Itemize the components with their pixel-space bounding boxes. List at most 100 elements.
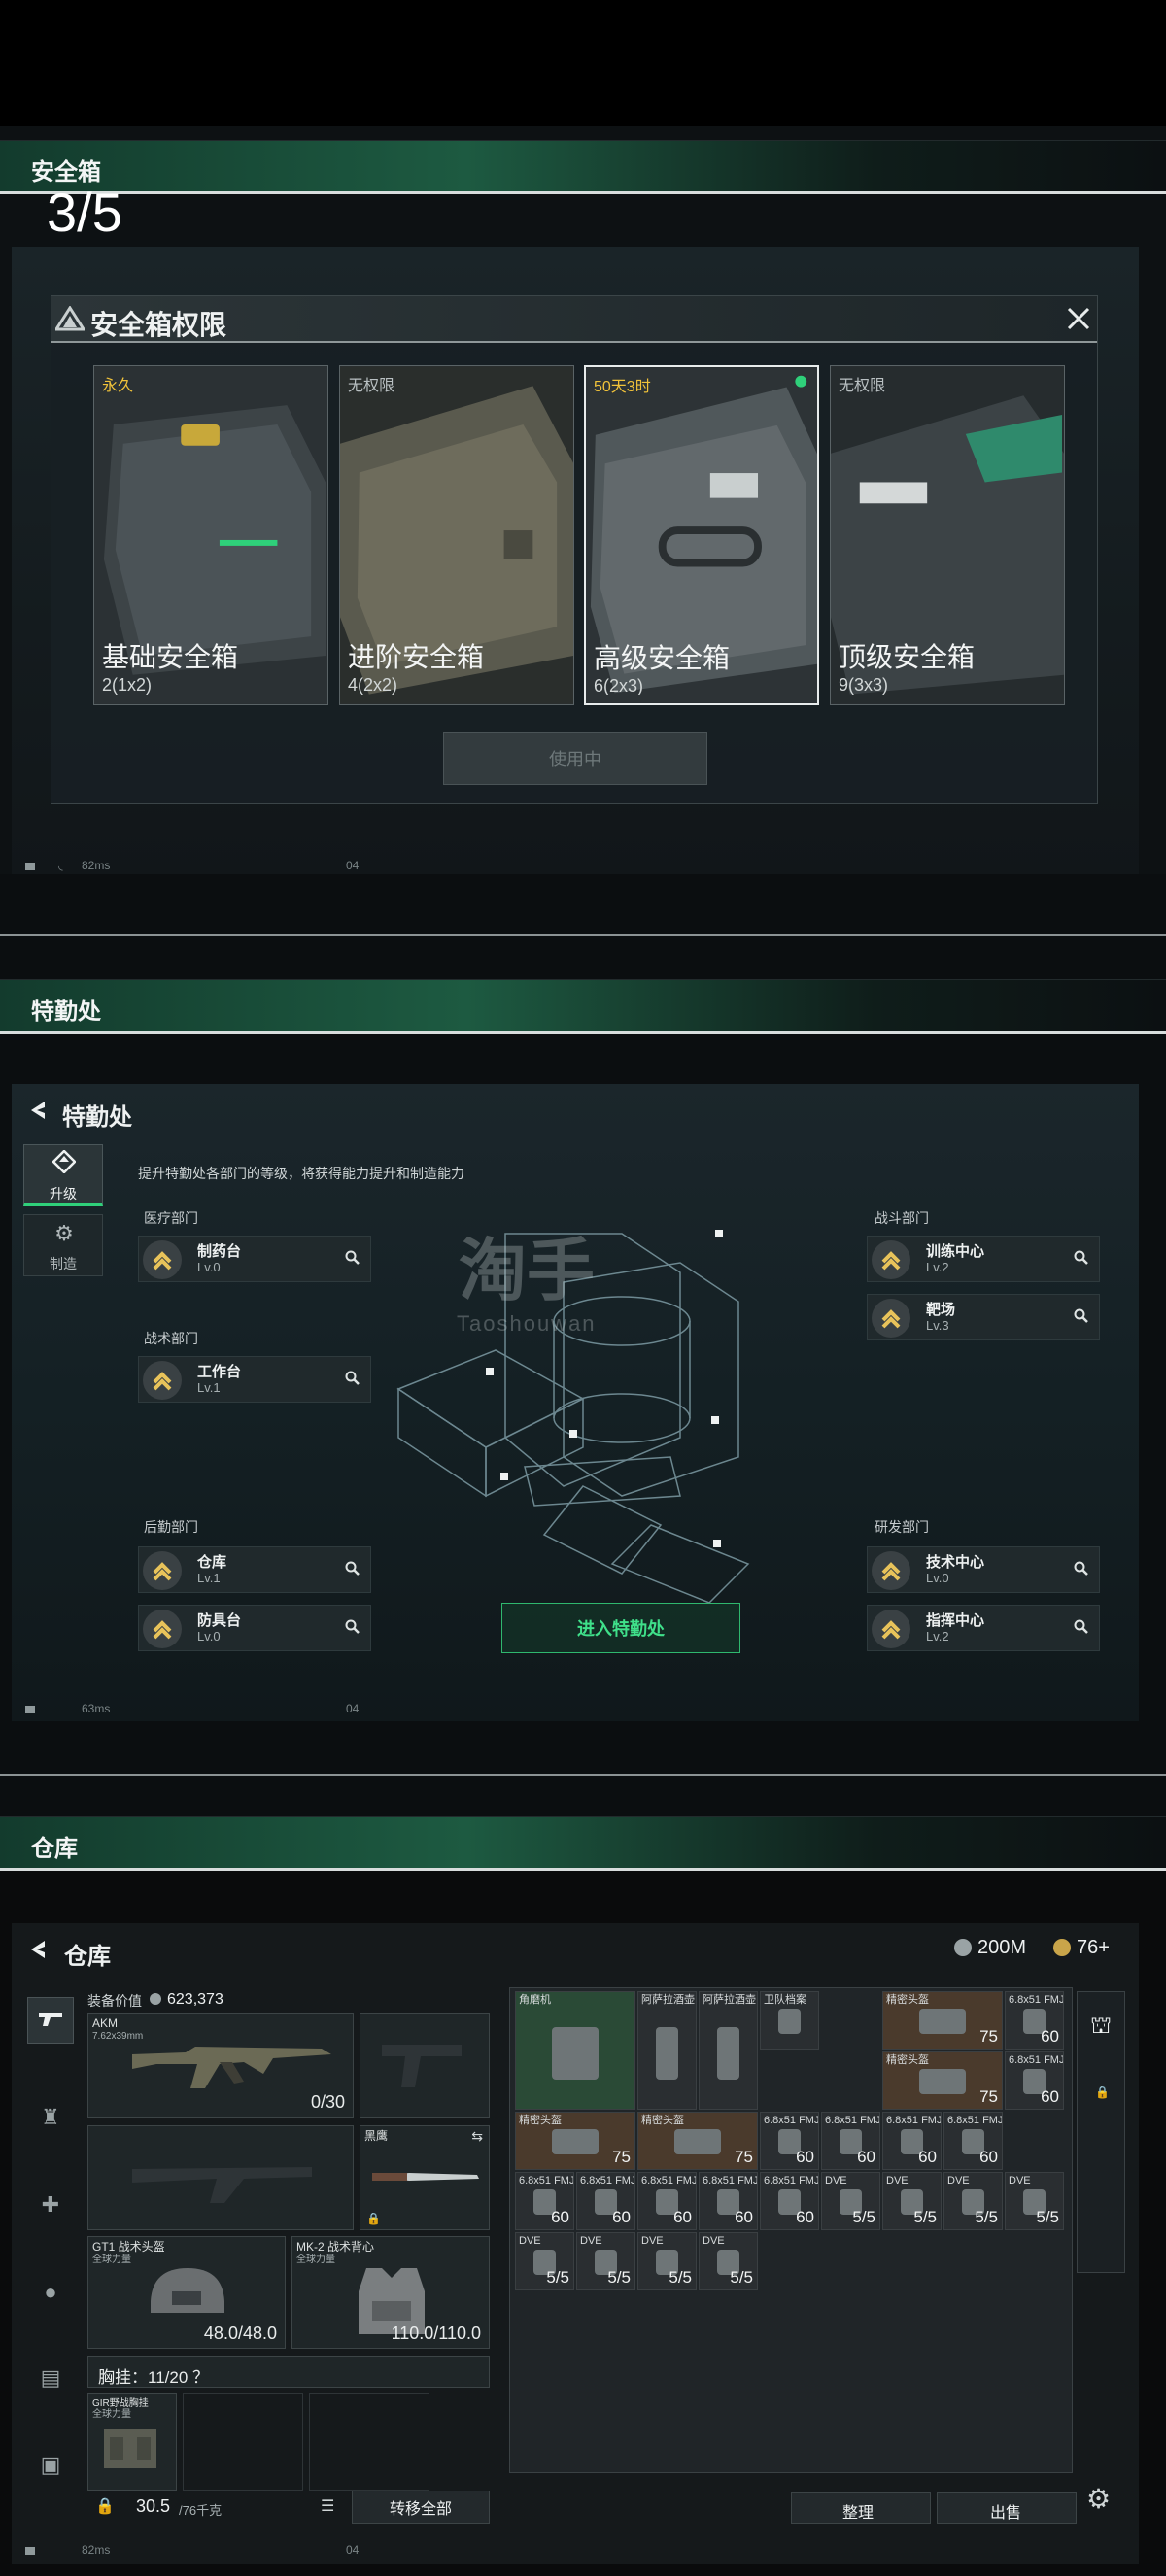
grid-item[interactable]: 6.8x51 FMJ 60 (882, 2112, 942, 2170)
grid-item[interactable]: DVE 5/5 (699, 2232, 758, 2290)
search-icon[interactable] (1074, 1308, 1089, 1329)
chest-rig-empty-slot[interactable] (183, 2393, 303, 2491)
grid-item[interactable]: DVE 5/5 (882, 2172, 942, 2230)
ops-item-armor-bench[interactable]: 防具台 Lv.0 (138, 1605, 371, 1651)
primary-weapon-slot[interactable]: AKM 7.62x39mm 0/30 (87, 2013, 354, 2118)
ops-item-warehouse[interactable]: 仓库 Lv.1 (138, 1546, 371, 1593)
sidebar-toolbox[interactable]: ▣ (27, 2442, 74, 2489)
list-icon[interactable]: ☰ (321, 2496, 334, 2516)
chest-rig-header: 胸挂：11/20 ？ (87, 2356, 490, 2388)
upgrade-icon (51, 1149, 77, 1174)
tab-craft[interactable]: ⚙ 制造 (23, 1214, 103, 1276)
grid-item[interactable]: 精密头盔 75 (882, 1991, 1003, 2050)
safebox-card-basic[interactable]: 永久 基础安全箱 2(1x2) (93, 365, 328, 705)
in-use-button[interactable]: 使用中 (443, 732, 707, 785)
grid-item[interactable]: 6.8x51 FMJ 60 (515, 2172, 574, 2230)
warehouse-building-icon[interactable]: ⛫ (1081, 2008, 1120, 2047)
grid-item[interactable]: DVE 5/5 (576, 2232, 635, 2290)
search-icon[interactable] (345, 1250, 360, 1271)
sidebar-weapons[interactable] (27, 1997, 74, 2044)
grid-item[interactable]: 角磨机 (515, 1991, 635, 2110)
grid-item[interactable]: DVE 5/5 (1005, 2172, 1064, 2230)
item-name: 工作台 (197, 1364, 242, 1380)
search-icon[interactable] (345, 1371, 360, 1391)
grid-item[interactable]: 卫队档案 (760, 1991, 819, 2050)
status-code: 04 (346, 859, 360, 872)
divider-line (0, 934, 1166, 936)
sell-button[interactable]: 出售 (937, 2492, 1077, 2524)
grid-item[interactable]: 6.8x51 FMJ 60 (1005, 2051, 1064, 2110)
search-icon[interactable] (1074, 1250, 1089, 1271)
grid-item-count: 5/5 (607, 2268, 631, 2287)
sidearm-slot[interactable] (360, 2013, 490, 2118)
enter-ops-button[interactable]: 进入特勤处 (501, 1603, 740, 1653)
grid-item-count: 5/5 (913, 2208, 937, 2226)
sidebar-documents[interactable]: ▤ (27, 2355, 74, 2401)
safebox-card-premium[interactable]: 50天3时 高级安全箱 6(2x3) (584, 365, 819, 705)
search-icon[interactable] (1074, 1561, 1089, 1581)
grid-item-count: 5/5 (975, 2208, 998, 2226)
grid-item-name: 6.8x51 FMJ (641, 2175, 697, 2186)
ops-item-command-center[interactable]: 指挥中心 Lv.2 (867, 1605, 1100, 1651)
chest-rig-slot[interactable]: GIR野战胸挂 全球力量 (87, 2393, 177, 2491)
back-arrow-icon[interactable] (25, 1098, 51, 1123)
swap-icon[interactable]: ⇆ (471, 2128, 483, 2145)
search-icon[interactable] (345, 1619, 360, 1640)
sidebar-medical[interactable]: ✚ (27, 2182, 74, 2228)
chest-rig-empty-slot[interactable] (309, 2393, 429, 2491)
grid-item[interactable]: 6.8x51 FMJ 60 (760, 2172, 819, 2230)
armor-slot[interactable]: MK-2 战术背心 全球力量 110.0/110.0 (292, 2236, 490, 2349)
grid-item-name: DVE (825, 2175, 847, 2186)
grid-item[interactable]: 6.8x51 FMJ 60 (699, 2172, 758, 2230)
search-icon[interactable] (1074, 1619, 1089, 1640)
grid-item[interactable]: 精密头盔 75 (637, 2112, 758, 2170)
helmet-slot[interactable]: GT1 战术头盔 全球力量 48.0/48.0 (87, 2236, 286, 2349)
grid-item[interactable]: DVE 5/5 (943, 2172, 1003, 2230)
chevron-rank-icon (872, 1610, 910, 1648)
settings-gear-icon[interactable]: ⚙ (1086, 2483, 1111, 2515)
safebox-card-advanced[interactable]: 无权限 进阶安全箱 4(2x2) (339, 365, 574, 705)
grid-item[interactable]: 6.8x51 FMJ 60 (760, 2112, 819, 2170)
ops-item-training-center[interactable]: 训练中心 Lv.2 (867, 1236, 1100, 1282)
transfer-all-button[interactable]: 转移全部 (352, 2491, 490, 2524)
grid-item[interactable]: 阿萨拉酒壶 (637, 1991, 697, 2110)
search-icon[interactable] (345, 1561, 360, 1581)
ops-item-tech-center[interactable]: 技术中心 Lv.0 (867, 1546, 1100, 1593)
grid-item-count: 60 (796, 2208, 814, 2226)
grid-item[interactable]: 6.8x51 FMJ 60 (943, 2112, 1003, 2170)
grid-item-name: 精密头盔 (641, 2115, 684, 2126)
grid-item[interactable]: 6.8x51 FMJ 60 (576, 2172, 635, 2230)
battery-icon (25, 1706, 35, 1713)
ops-item-shooting-range[interactable]: 靶场 Lv.3 (867, 1294, 1100, 1340)
grid-item[interactable]: 6.8x51 FMJ 60 (821, 2112, 880, 2170)
melee-slot[interactable]: 黑鹰 ⇆ 🔒 (360, 2125, 490, 2230)
warehouse-section-title: 仓库 (31, 1836, 78, 1862)
sidebar-armor[interactable]: ♜ (27, 2094, 74, 2141)
sidebar-consumables[interactable]: ● (27, 2269, 74, 2316)
grid-item[interactable]: DVE 5/5 (515, 2232, 574, 2290)
sort-button[interactable]: 整理 (791, 2492, 931, 2524)
armor-name: MK-2 战术背心 (296, 2240, 375, 2254)
secondary-weapon-slot[interactable] (87, 2125, 354, 2230)
grid-item[interactable]: 6.8x51 FMJ 60 (637, 2172, 697, 2230)
grid-item[interactable]: 精密头盔 75 (882, 2051, 1003, 2110)
ops-item-workbench[interactable]: 工作台 Lv.1 (138, 1356, 371, 1403)
card-name: 顶级安全箱 (839, 642, 976, 672)
chest-rig-capacity: 胸挂：11/20 ？ (98, 2368, 210, 2387)
grid-item[interactable]: 精密头盔 75 (515, 2112, 635, 2170)
helmet-durability: 48.0/48.0 (203, 2323, 277, 2343)
safebox-card-top[interactable]: 无权限 顶级安全箱 9(3x3) (830, 365, 1065, 705)
grid-item[interactable]: 6.8x51 FMJ 60 (1005, 1991, 1064, 2050)
grid-item[interactable]: DVE 5/5 (637, 2232, 697, 2290)
back-arrow-icon[interactable] (25, 1937, 51, 1962)
close-icon[interactable] (1064, 304, 1093, 333)
grid-item[interactable]: DVE 5/5 (821, 2172, 880, 2230)
grid-item-count: 60 (1041, 2087, 1059, 2106)
tab-upgrade[interactable]: 升级 (23, 1144, 103, 1206)
grid-item-name: 6.8x51 FMJ (764, 2175, 819, 2186)
grid-item-count: 60 (612, 2208, 631, 2226)
knife-image (372, 2173, 479, 2181)
grid-item[interactable]: 阿萨拉酒壶 (699, 1991, 758, 2110)
helmet-image (151, 2268, 224, 2313)
ops-item-pharmacy[interactable]: 制药台 Lv.0 (138, 1236, 371, 1282)
